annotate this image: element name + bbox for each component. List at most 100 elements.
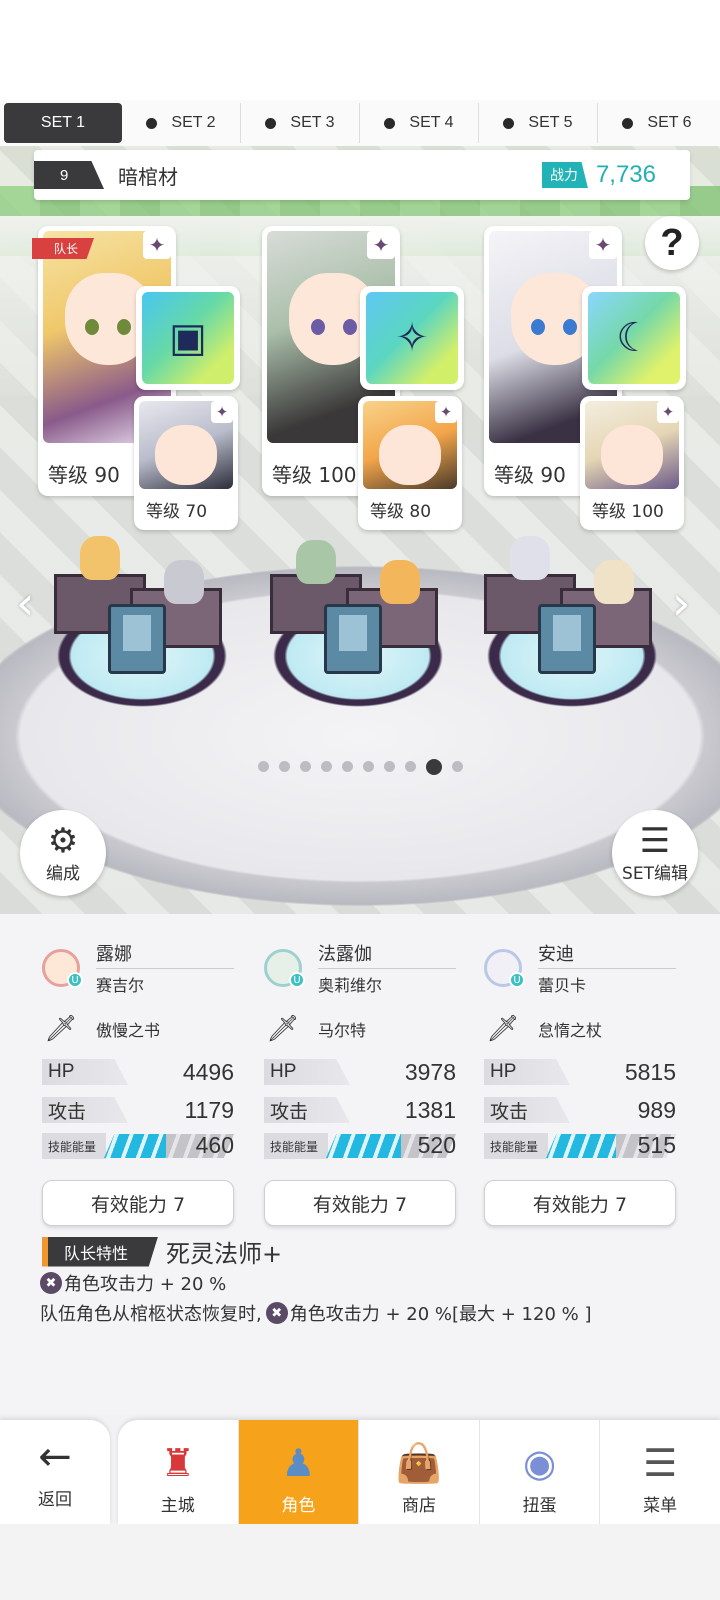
scythe-staff-icon: ☾ — [588, 292, 680, 384]
list-icon: ☰ — [639, 820, 671, 861]
team-header[interactable]: 9 暗棺材 战力 7,736 — [34, 150, 690, 200]
chibi-sprite — [296, 540, 336, 584]
eye — [343, 319, 357, 335]
unique-badge-icon: U — [509, 972, 525, 988]
effective-ability-button[interactable]: 有效能力 7 — [42, 1180, 234, 1226]
energy-row: 技能能量 520 — [264, 1132, 456, 1160]
leader-badge: 队长 — [32, 238, 95, 259]
sub-hero-card[interactable]: ✦ 等级 70 — [134, 396, 238, 530]
tab-set-3[interactable]: SET 3 — [241, 103, 360, 143]
formation-label: 编成 — [46, 863, 80, 884]
energy-row: 技能能量 460 — [42, 1132, 234, 1160]
page-dot[interactable] — [278, 761, 290, 772]
hp-value: 5815 — [624, 1058, 676, 1085]
book-icon: ▣ — [142, 292, 234, 384]
weapon-card[interactable]: ▣ — [136, 286, 240, 390]
weapon-card[interactable]: ✧ — [360, 286, 464, 390]
portrait-face — [601, 425, 663, 485]
page-dot[interactable] — [341, 761, 353, 772]
hp-label: HP — [484, 1059, 570, 1085]
weapon-name: 傲慢之书 — [96, 1021, 161, 1040]
tab-set-6[interactable]: SET 6 — [598, 103, 716, 143]
nav-menu[interactable]: ☰ 菜单 — [600, 1420, 720, 1524]
nav-character[interactable]: ♟ 角色 — [238, 1420, 360, 1524]
page-indicator[interactable] — [0, 759, 720, 775]
sub-hero-name: 赛吉尔 — [96, 976, 145, 995]
coffin-monitor-icon — [108, 604, 166, 674]
hero-name: 安迪 — [538, 940, 676, 969]
page-dot[interactable] — [320, 761, 332, 772]
sparkle-icon: ✦ — [211, 401, 233, 423]
sparkle-icon: ✦ — [657, 401, 679, 423]
page-dot[interactable] — [362, 761, 374, 772]
sub-hero-card[interactable]: ✦ 等级 100 — [580, 396, 684, 530]
trait-effect-line-1: ✖ 角色攻击力 + 20 % — [40, 1270, 226, 1296]
dot-icon — [265, 117, 277, 129]
weapon-name: 怠惰之杖 — [538, 1021, 603, 1040]
coffin-monitor-icon — [538, 604, 596, 674]
status-area — [0, 0, 720, 100]
energy-label: 技能能量 — [264, 1133, 328, 1159]
tab-label: SET 6 — [647, 114, 692, 131]
hero-level: 等级 90 — [48, 463, 120, 487]
nav-label: 主城 — [160, 1496, 195, 1516]
weapon-card[interactable]: ☾ — [582, 286, 686, 390]
hero-slot-3: ✦ 等级 90 ☾ ✦ 等级 100 — [484, 226, 692, 586]
sword-icon: 🗡 — [486, 1014, 520, 1044]
attack-label: 攻击 — [264, 1097, 350, 1123]
tab-set-5[interactable]: SET 5 — [479, 103, 598, 143]
trait-effect-line-2: 队伍角色从棺柩状态恢复时, ✖ 角色攻击力 + 20 %[最大 + 120 % … — [40, 1300, 591, 1326]
tab-set-1[interactable]: SET 1 — [4, 103, 122, 143]
nav-town[interactable]: ♜ 主城 — [118, 1420, 239, 1524]
attack-value: 1179 — [184, 1096, 234, 1123]
power-value: 7,736 — [595, 161, 656, 188]
nav-gacha[interactable]: ◉ 扭蛋 — [480, 1420, 601, 1524]
team-power: 战力 7,736 — [541, 161, 656, 189]
attack-row: 攻击 1179 — [42, 1096, 234, 1124]
shop-bag-icon: 👜 — [395, 1441, 443, 1485]
tab-label: SET 4 — [409, 114, 454, 131]
page-dot[interactable] — [299, 761, 311, 772]
hp-label: HP — [264, 1059, 350, 1085]
avatar: U — [484, 949, 525, 988]
unique-badge-icon: U — [289, 972, 305, 988]
page-dot[interactable] — [383, 761, 395, 772]
sword-icon: 🗡 — [44, 1014, 78, 1044]
prev-arrow-icon[interactable]: ‹ — [16, 576, 34, 630]
formation-button[interactable]: ⚙ 编成 — [20, 810, 106, 896]
tab-label: SET 5 — [528, 114, 573, 131]
set-edit-button[interactable]: ☰ SET编辑 — [612, 810, 698, 896]
chibi-sprite — [510, 536, 550, 580]
weapon-row: 🗡 傲慢之书 — [42, 1010, 234, 1048]
next-arrow-icon[interactable]: › — [672, 576, 690, 630]
coffin-monitor-icon — [324, 604, 382, 674]
effective-ability-button[interactable]: 有效能力 7 — [264, 1180, 456, 1226]
energy-label: 技能能量 — [484, 1133, 548, 1159]
hero-name-row: U 安迪 蕾贝卡 — [484, 940, 676, 996]
page-dot[interactable] — [451, 761, 463, 772]
nav-shop[interactable]: 👜 商店 — [359, 1420, 480, 1524]
tab-label: SET 2 — [171, 114, 216, 131]
leader-trait-tag: 队长特性 — [42, 1236, 159, 1267]
avatar: U — [42, 949, 83, 988]
page-dot[interactable] — [404, 761, 416, 772]
effective-ability-button[interactable]: 有效能力 7 — [484, 1180, 676, 1226]
hero-name-row: U 露娜 赛吉尔 — [42, 940, 234, 996]
tab-label: SET 3 — [290, 114, 335, 131]
attack-value: 1381 — [404, 1096, 456, 1123]
chibi-sprite — [594, 560, 634, 604]
chibi-sprite — [80, 536, 120, 580]
power-label: 战力 — [541, 162, 588, 188]
page-dot[interactable] — [425, 759, 442, 775]
tab-set-4[interactable]: SET 4 — [360, 103, 479, 143]
menu-list-icon: ☰ — [643, 1441, 678, 1485]
sub-hero-card[interactable]: ✦ 等级 80 — [358, 396, 462, 530]
page-dot[interactable] — [257, 761, 269, 772]
back-button[interactable]: ← 返回 — [0, 1420, 110, 1524]
energy-value: 520 — [417, 1132, 456, 1158]
hp-row: HP 5815 — [484, 1058, 676, 1086]
energy-row: 技能能量 515 — [484, 1132, 676, 1160]
sparkle-icon: ✦ — [589, 231, 617, 259]
tab-set-2[interactable]: SET 2 — [122, 103, 241, 143]
energy-value: 460 — [195, 1132, 234, 1158]
